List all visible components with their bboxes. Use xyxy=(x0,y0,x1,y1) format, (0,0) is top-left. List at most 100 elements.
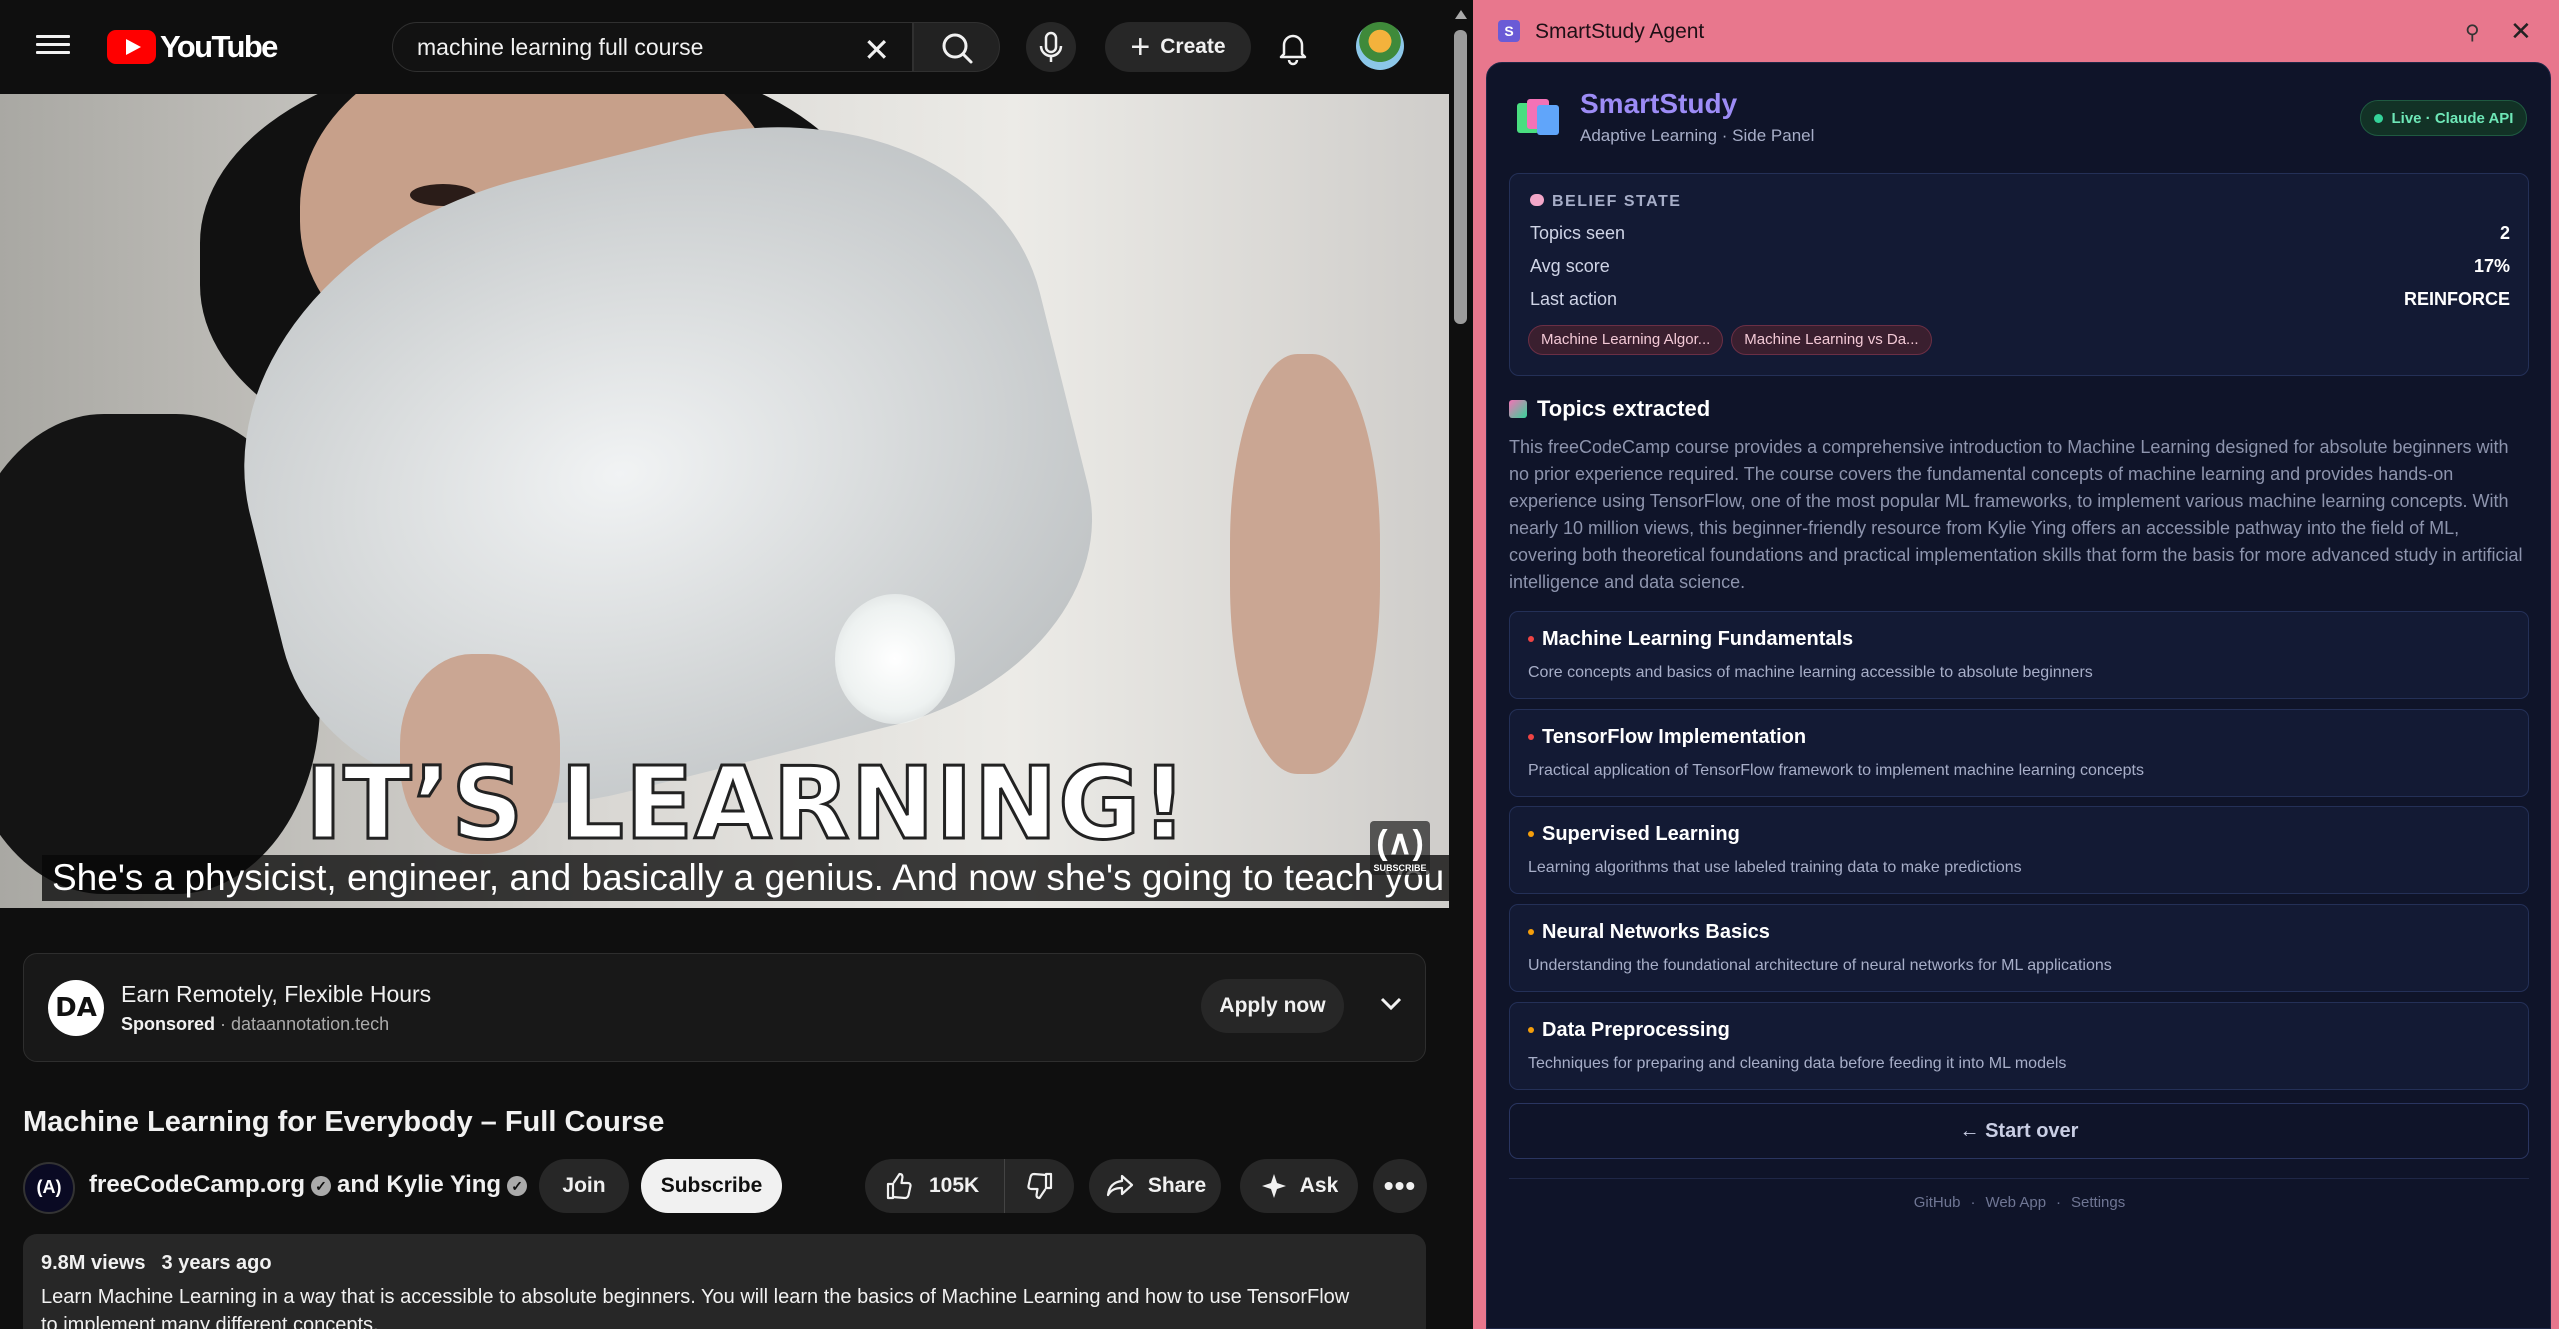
footer-separator: · xyxy=(2056,1194,2062,1211)
video-frame-hand xyxy=(1230,354,1380,774)
topic-card[interactable]: Machine Learning Fundamentals Core conce… xyxy=(1509,611,2529,699)
channel-name[interactable]: freeCodeCamp.org ✓ and Kylie Ying ✓ xyxy=(89,1171,533,1199)
belief-row-label: Topics seen xyxy=(1530,223,1626,243)
verified-icon: ✓ xyxy=(311,1175,332,1196)
verified-icon: ✓ xyxy=(507,1175,528,1196)
upload-age: 3 years ago xyxy=(161,1252,272,1274)
topic-chip[interactable]: Machine Learning Algor... xyxy=(1528,325,1724,355)
scrollbar-thumb[interactable] xyxy=(1454,30,1467,324)
priority-dot-icon xyxy=(1528,929,1534,935)
scroll-up-arrow-icon[interactable] xyxy=(1455,10,1467,19)
youtube-logo-text: YouTube xyxy=(160,29,278,64)
ad-subtitle: Sponsored · dataannotation.tech xyxy=(121,1014,390,1034)
topic-chips: Machine Learning Algor... Machine Learni… xyxy=(1528,325,1940,355)
youtube-logo[interactable]: YouTube xyxy=(107,29,278,64)
ad-sponsored-label: Sponsored xyxy=(121,1014,216,1034)
subscribe-button[interactable]: Subscribe xyxy=(641,1159,782,1213)
course-summary: This freeCodeCamp course provides a comp… xyxy=(1509,437,2523,592)
belief-heading-text: BELIEF STATE xyxy=(1552,193,1682,210)
account-avatar[interactable] xyxy=(1356,22,1404,70)
start-over-button[interactable]: ← Start over xyxy=(1509,1103,2529,1159)
topic-title: TensorFlow Implementation xyxy=(1528,726,1806,749)
sponsored-ad[interactable]: DA Earn Remotely, Flexible Hours Sponsor… xyxy=(23,953,1426,1062)
dislike-button[interactable] xyxy=(1005,1159,1074,1213)
voice-search-button[interactable] xyxy=(1026,22,1076,72)
menu-icon[interactable] xyxy=(36,30,70,64)
search-input[interactable]: machine learning full course ✕ xyxy=(392,22,913,72)
create-label: Create xyxy=(1160,35,1226,58)
topics-heading-text: Topics extracted xyxy=(1537,396,1711,421)
settings-link[interactable]: Settings xyxy=(2071,1194,2125,1211)
topic-description: Learning algorithms that use labeled tra… xyxy=(1528,859,2022,876)
apple-logo-icon xyxy=(835,594,955,724)
topic-description: Core concepts and basics of machine lear… xyxy=(1528,664,2093,681)
brain-icon xyxy=(1530,194,1544,206)
like-button[interactable]: 105K xyxy=(865,1159,1005,1213)
share-icon xyxy=(1106,1174,1133,1197)
web-app-link[interactable]: Web App xyxy=(1985,1194,2046,1211)
search-button[interactable] xyxy=(913,22,1000,72)
search-input-value[interactable]: machine learning full course xyxy=(393,34,912,61)
view-count: 9.8M views xyxy=(41,1252,146,1274)
watermark-label: SUBSCRIBE xyxy=(1373,863,1427,873)
share-label: Share xyxy=(1147,1174,1207,1197)
like-count: 105K xyxy=(929,1174,980,1197)
ad-title[interactable]: Earn Remotely, Flexible Hours xyxy=(121,981,431,1008)
like-dislike-group: 105K xyxy=(865,1159,1074,1213)
youtube-page: YouTube machine learning full course ✕ +… xyxy=(0,0,1473,1329)
close-icon[interactable]: ✕ xyxy=(2510,16,2532,47)
pin-icon[interactable]: ⚲ xyxy=(2465,20,2480,45)
create-button[interactable]: + Create xyxy=(1105,22,1251,72)
channel-avatar[interactable]: (A) xyxy=(23,1162,75,1214)
topic-card[interactable]: Neural Networks Basics Understanding the… xyxy=(1509,904,2529,992)
topic-title-text: Machine Learning Fundamentals xyxy=(1542,628,1854,650)
notifications-button[interactable] xyxy=(1270,24,1316,70)
page-scrollbar[interactable] xyxy=(1449,4,1473,1329)
video-player[interactable]: IT’S LEARNING! She's a physicist, engine… xyxy=(0,94,1449,908)
github-link[interactable]: GitHub xyxy=(1914,1194,1961,1211)
belief-row: Avg score 17% xyxy=(1530,256,2510,277)
bell-icon xyxy=(1279,34,1307,66)
apply-now-button[interactable]: Apply now xyxy=(1201,979,1344,1033)
channel-name-primary[interactable]: freeCodeCamp.org xyxy=(89,1171,305,1198)
clear-search-icon[interactable]: ✕ xyxy=(863,31,890,69)
books-icon xyxy=(1517,95,1559,137)
belief-row-value: REINFORCE xyxy=(2403,289,2510,309)
description-box[interactable]: 9.8M views 3 years ago Learn Machine Lear… xyxy=(23,1234,1426,1329)
belief-row-label: Last action xyxy=(1530,289,1618,309)
thumbs-up-icon xyxy=(886,1172,912,1200)
footer-divider xyxy=(1509,1178,2529,1179)
ask-label: Ask xyxy=(1299,1174,1339,1197)
topic-card[interactable]: Data Preprocessing Techniques for prepar… xyxy=(1509,1002,2529,1090)
window-title: SmartStudy Agent xyxy=(1535,20,1705,43)
ask-button[interactable]: Ask xyxy=(1240,1159,1358,1213)
belief-row-label: Avg score xyxy=(1530,256,1610,276)
app-icon: S xyxy=(1498,20,1520,42)
thumbs-down-icon xyxy=(1026,1172,1052,1200)
footer-separator: · xyxy=(1970,1194,1976,1211)
priority-dot-icon xyxy=(1528,831,1534,837)
topic-card[interactable]: Supervised Learning Learning algorithms … xyxy=(1509,806,2529,894)
microphone-icon xyxy=(1039,31,1063,62)
join-button[interactable]: Join xyxy=(539,1159,629,1213)
share-button[interactable]: Share xyxy=(1089,1159,1221,1213)
description-text: Learn Machine Learning in a way that is … xyxy=(41,1286,1350,1329)
video-overlay-text: IT’S LEARNING! xyxy=(304,745,1189,862)
channel-name-collab[interactable]: and Kylie Ying xyxy=(337,1171,501,1198)
topic-chip[interactable]: Machine Learning vs Da... xyxy=(1731,325,1932,355)
youtube-header: YouTube machine learning full course ✕ +… xyxy=(0,0,1449,94)
video-caption: She's a physicist, engineer, and basical… xyxy=(42,855,1449,901)
topic-title: Supervised Learning xyxy=(1528,823,1740,846)
topic-title: Machine Learning Fundamentals xyxy=(1528,628,1853,651)
channel-watermark[interactable]: (∧) SUBSCRIBE xyxy=(1370,821,1430,875)
topic-title: Data Preprocessing xyxy=(1528,1019,1730,1042)
more-actions-button[interactable]: ••• xyxy=(1373,1159,1427,1213)
priority-dot-icon xyxy=(1528,734,1534,740)
panel-footer: GitHub · Web App · Settings xyxy=(1487,1194,2552,1211)
ad-expand-button[interactable] xyxy=(1376,988,1406,1018)
topic-card[interactable]: TensorFlow Implementation Practical appl… xyxy=(1509,709,2529,797)
app-name: SmartStudy xyxy=(1580,88,1738,119)
video-title: Machine Learning for Everybody – Full Co… xyxy=(23,1106,665,1138)
chevron-down-icon xyxy=(1380,997,1402,1011)
status-badge-label: Live · Claude API xyxy=(2391,109,2514,127)
